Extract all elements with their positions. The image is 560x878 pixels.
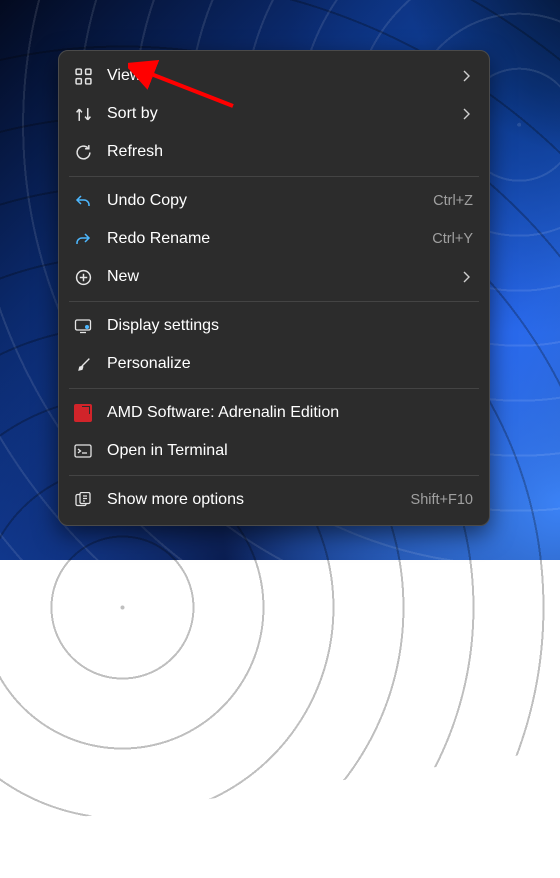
grid-icon [71, 64, 95, 88]
menu-item-label: Show more options [107, 491, 403, 509]
menu-item-label: View [107, 67, 451, 85]
brush-icon [71, 352, 95, 376]
chevron-right-icon [459, 271, 473, 283]
more-icon [71, 488, 95, 512]
chevron-right-icon [459, 108, 473, 120]
menu-separator [69, 301, 479, 302]
terminal-icon [71, 439, 95, 463]
menu-separator [69, 475, 479, 476]
redo-icon [71, 227, 95, 251]
menu-item-label: AMD Software: Adrenalin Edition [107, 404, 473, 422]
menu-item-new[interactable]: New [65, 258, 483, 296]
menu-separator [69, 176, 479, 177]
undo-icon [71, 189, 95, 213]
menu-item-label: Redo Rename [107, 230, 424, 248]
menu-item-sort-by[interactable]: Sort by [65, 95, 483, 133]
menu-item-refresh[interactable]: Refresh [65, 133, 483, 171]
menu-item-undo[interactable]: Undo Copy Ctrl+Z [65, 182, 483, 220]
display-icon [71, 314, 95, 338]
menu-item-label: New [107, 268, 451, 286]
menu-separator [69, 388, 479, 389]
menu-item-label: Personalize [107, 355, 473, 373]
menu-item-label: Refresh [107, 143, 473, 161]
menu-item-view[interactable]: View [65, 57, 483, 95]
amd-icon [71, 401, 95, 425]
menu-item-label: Display settings [107, 317, 473, 335]
menu-item-shortcut: Ctrl+Z [433, 193, 473, 209]
menu-item-display-settings[interactable]: Display settings [65, 307, 483, 345]
menu-item-redo[interactable]: Redo Rename Ctrl+Y [65, 220, 483, 258]
desktop-context-menu: View Sort by Refresh Undo C [58, 50, 490, 526]
menu-item-open-terminal[interactable]: Open in Terminal [65, 432, 483, 470]
menu-item-label: Undo Copy [107, 192, 425, 210]
menu-item-shortcut: Ctrl+Y [432, 231, 473, 247]
sort-icon [71, 102, 95, 126]
menu-item-label: Sort by [107, 105, 451, 123]
refresh-icon [71, 140, 95, 164]
menu-item-shortcut: Shift+F10 [411, 492, 473, 508]
menu-item-personalize[interactable]: Personalize [65, 345, 483, 383]
plus-circle-icon [71, 265, 95, 289]
chevron-right-icon [459, 70, 473, 82]
menu-item-label: Open in Terminal [107, 442, 473, 460]
menu-item-show-more-options[interactable]: Show more options Shift+F10 [65, 481, 483, 519]
menu-item-amd-software[interactable]: AMD Software: Adrenalin Edition [65, 394, 483, 432]
